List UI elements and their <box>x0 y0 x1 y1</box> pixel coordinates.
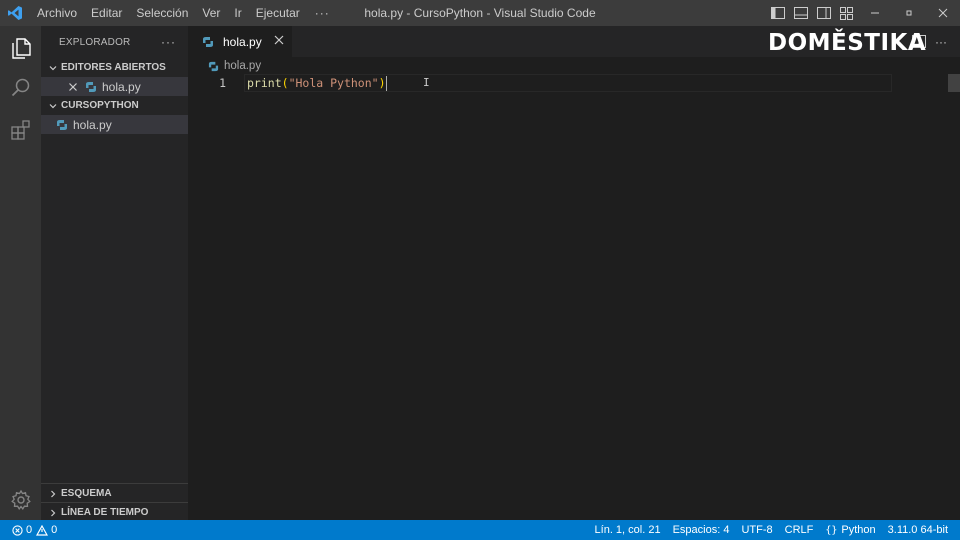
error-count: 0 <box>26 524 33 536</box>
extensions-icon[interactable] <box>0 110 41 150</box>
customize-layout-icon[interactable] <box>835 0 858 26</box>
explorer-sidebar: EXPLORADOR ··· EDITORES ABIERTOS hola.py… <box>41 26 188 520</box>
toggle-primary-sidebar-icon[interactable] <box>766 0 789 26</box>
menu-more-icon[interactable]: ··· <box>307 6 338 20</box>
cursor-position[interactable]: Lín. 1, col. 21 <box>589 524 667 536</box>
file-encoding[interactable]: UTF-8 <box>735 524 778 536</box>
activity-bar <box>0 26 41 520</box>
status-right: Lín. 1, col. 21 Espacios: 4 UTF-8 CRLF {… <box>589 520 954 540</box>
python-interpreter[interactable]: 3.11.0 64-bit <box>882 524 954 536</box>
menu-archivo[interactable]: Archivo <box>30 0 84 26</box>
chevron-right-icon <box>47 508 59 518</box>
warning-icon <box>36 524 49 536</box>
code-line[interactable]: print("Hola Python") <box>247 74 387 92</box>
python-file-icon <box>54 118 70 132</box>
workspace-file-item[interactable]: hola.py <box>41 115 188 134</box>
breadcrumb-file: hola.py <box>224 60 262 72</box>
tab-label: hola.py <box>223 34 262 49</box>
problems-indicator[interactable]: 0 0 <box>0 524 57 536</box>
explorer-more-icon[interactable]: ··· <box>161 35 176 49</box>
chevron-right-icon <box>47 489 59 499</box>
warning-count: 0 <box>51 524 58 536</box>
code-close-paren: ) <box>378 76 386 90</box>
domestika-watermark: DOMĚSTIKA <box>768 30 927 56</box>
line-number: 1 <box>219 76 226 90</box>
menu-bar: Archivo Editar Selección Ver Ir Ejecutar… <box>30 0 338 26</box>
error-icon <box>12 524 23 536</box>
indentation[interactable]: Espacios: 4 <box>667 524 736 536</box>
ibeam-cursor-icon: I <box>423 76 430 89</box>
python-file-icon <box>200 35 216 49</box>
toggle-secondary-sidebar-icon[interactable] <box>812 0 835 26</box>
menu-ver[interactable]: Ver <box>195 0 227 26</box>
menu-editar[interactable]: Editar <box>84 0 129 26</box>
settings-gear-icon[interactable] <box>0 480 41 520</box>
code-string: "Hola Python" <box>288 76 379 90</box>
braces-icon: {} <box>825 524 838 536</box>
status-bar: 0 0 Lín. 1, col. 21 Espacios: 4 UTF-8 CR… <box>0 520 960 540</box>
search-icon[interactable] <box>0 68 41 108</box>
breadcrumb[interactable]: hola.py <box>205 58 261 74</box>
text-cursor <box>385 76 387 91</box>
language-label: Python <box>841 524 876 536</box>
title-bar: Archivo Editar Selección Ver Ir Ejecutar… <box>0 0 960 26</box>
code-function: print <box>247 76 282 90</box>
code-open-paren: ( <box>281 76 289 90</box>
open-editor-item[interactable]: hola.py <box>41 77 188 96</box>
open-editors-label: EDITORES ABIERTOS <box>61 62 166 73</box>
menu-seleccion[interactable]: Selección <box>129 0 195 26</box>
close-tab-icon[interactable] <box>274 34 284 48</box>
workspace-label: CURSOPYTHON <box>61 100 139 111</box>
close-editor-icon[interactable] <box>65 82 81 92</box>
python-file-icon <box>83 80 99 94</box>
timeline-label: LÍNEA DE TIEMPO <box>61 507 149 518</box>
toggle-panel-icon[interactable] <box>789 0 812 26</box>
tab-hola-py[interactable]: hola.py <box>188 26 292 57</box>
minimize-icon[interactable] <box>858 0 892 26</box>
title-controls <box>766 0 960 26</box>
outline-section[interactable]: ESQUEMA <box>41 484 188 503</box>
open-editors-section[interactable]: EDITORES ABIERTOS <box>41 58 188 77</box>
close-window-icon[interactable] <box>926 0 960 26</box>
language-mode[interactable]: {} Python <box>819 524 881 536</box>
scrollbar-slider[interactable] <box>948 74 960 92</box>
chevron-down-icon <box>47 101 59 111</box>
explorer-title: EXPLORADOR <box>59 36 131 48</box>
code-editor[interactable]: 1 print("Hola Python") I <box>188 74 960 520</box>
python-file-icon <box>205 59 221 73</box>
outline-label: ESQUEMA <box>61 488 112 499</box>
editor-more-icon[interactable]: ··· <box>930 26 952 57</box>
chevron-down-icon <box>47 63 59 73</box>
explorer-header: EXPLORADOR ··· <box>41 26 188 58</box>
workspace-section[interactable]: CURSOPYTHON <box>41 96 188 115</box>
end-of-line[interactable]: CRLF <box>779 524 820 536</box>
restore-icon[interactable] <box>892 0 926 26</box>
explorer-icon[interactable] <box>0 28 41 68</box>
open-editor-filename: hola.py <box>102 79 141 94</box>
vscode-logo-icon[interactable] <box>0 0 30 26</box>
workspace-filename: hola.py <box>73 117 112 132</box>
menu-ir[interactable]: Ir <box>227 0 248 26</box>
menu-ejecutar[interactable]: Ejecutar <box>249 0 307 26</box>
